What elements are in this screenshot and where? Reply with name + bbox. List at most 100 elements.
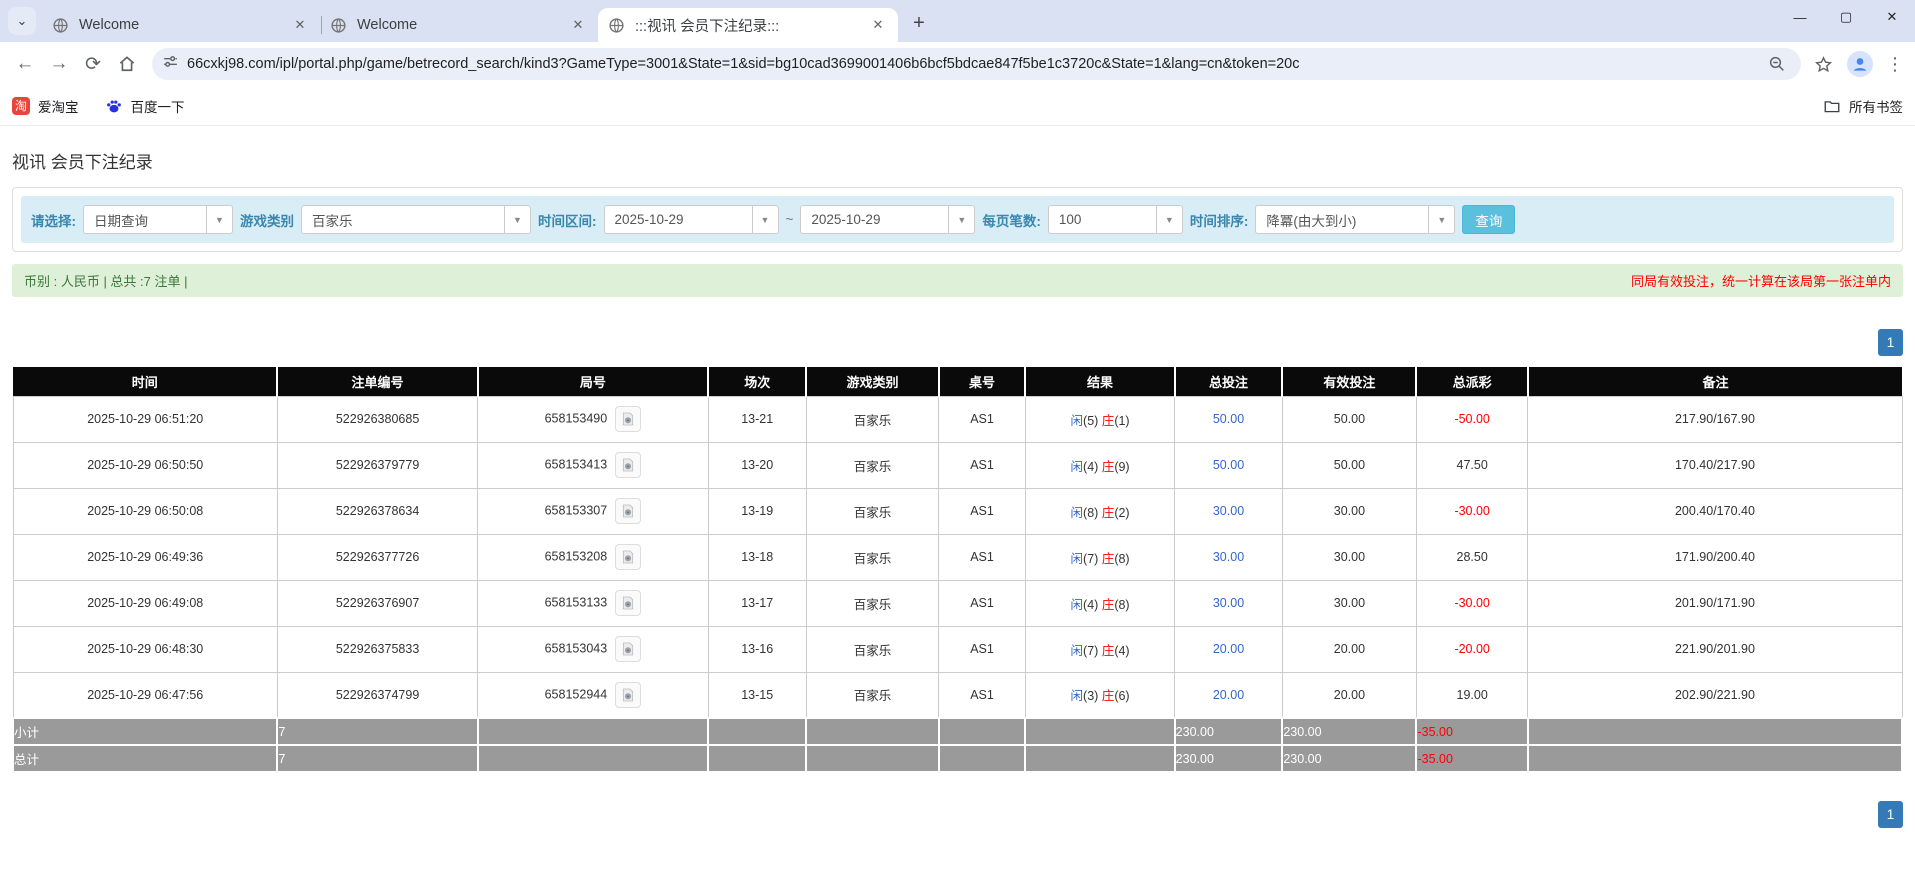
page-number-button[interactable]: 1	[1878, 801, 1903, 828]
chevron-down-icon[interactable]: ▼	[504, 206, 530, 233]
tab-bet-records-active[interactable]: :::视讯 会员下注纪录::: ✕	[598, 8, 898, 42]
cell-result: 闲(3) 庄(6)	[1024, 671, 1176, 719]
chevron-down-icon[interactable]: ▼	[206, 206, 232, 233]
subtotal-total-bet: 230.00	[1173, 717, 1284, 746]
cell-time: 2025-10-29 06:51:20	[12, 395, 278, 443]
cell-table-no: AS1	[938, 579, 1026, 627]
cell-bet-id: 522926374799	[276, 671, 479, 719]
chevron-down-icon[interactable]: ▼	[751, 206, 778, 233]
cell-bet-id: 522926377726	[276, 533, 479, 581]
forward-icon[interactable]: →	[42, 47, 76, 81]
subtotal-label: 小计	[11, 717, 279, 746]
table-row: 2025-10-29 06:47:56 522926374799 6581529…	[12, 671, 1903, 719]
video-replay-button[interactable]	[615, 406, 642, 432]
reload-icon[interactable]: ⟳	[76, 47, 110, 81]
table-header-row: 时间 注单编号 局号 场次 游戏类别 桌号 结果 总投注 有效投注 总派彩 备注	[13, 367, 1902, 396]
chevron-down-icon[interactable]: ▼	[948, 206, 975, 233]
bookmark-label: 爱淘宝	[38, 99, 79, 115]
cell-payout: 19.00	[1415, 671, 1529, 719]
cell-time: 2025-10-29 06:50:50	[12, 441, 278, 489]
column-header: 桌号	[937, 367, 1026, 396]
video-replay-button[interactable]	[615, 681, 642, 708]
page-number-button[interactable]: 1	[1878, 329, 1903, 356]
search-button[interactable]: 查询	[1462, 205, 1516, 234]
window-minimize-button[interactable]: —	[1777, 0, 1823, 34]
video-replay-button[interactable]	[615, 544, 642, 570]
cell-valid-bet: 50.00	[1281, 441, 1417, 489]
cell-bet-id: 522926375833	[276, 625, 479, 673]
cell-round-id: 658153307	[477, 487, 709, 535]
window-close-button[interactable]: ✕	[1869, 0, 1915, 34]
cell-total-bet[interactable]: 20.00	[1174, 671, 1283, 719]
site-settings-icon[interactable]	[162, 53, 179, 75]
all-bookmarks-label: 所有书签	[1849, 99, 1903, 115]
cell-table-no: AS1	[938, 395, 1026, 443]
all-bookmarks[interactable]: 所有书签	[1823, 96, 1903, 116]
column-header: 总派彩	[1415, 367, 1528, 396]
home-icon[interactable]	[110, 47, 144, 81]
cell-total-bet[interactable]: 20.00	[1174, 625, 1283, 673]
game-type-label: 游戏类别	[240, 213, 294, 229]
bookmark-taobao[interactable]: 淘 爱淘宝	[12, 96, 79, 116]
select-type-label: 请选择:	[31, 213, 76, 229]
total-total-bet: 230.00	[1173, 744, 1284, 773]
table-row: 2025-10-29 06:50:08 522926378634 6581533…	[12, 487, 1903, 535]
tab-close-icon[interactable]: ✕	[568, 15, 588, 35]
cell-total-bet[interactable]: 30.00	[1174, 579, 1283, 627]
query-type-select[interactable]: 日期查询 ▼	[83, 205, 233, 234]
filter-container: 请选择: 日期查询 ▼ 游戏类别 百家乐 ▼ 时间区间: 2025-10-29 …	[12, 187, 1903, 252]
chevron-down-icon[interactable]: ▼	[1155, 206, 1182, 233]
cell-valid-bet: 30.00	[1281, 579, 1417, 627]
video-replay-button[interactable]	[615, 636, 642, 662]
cell-time: 2025-10-29 06:50:08	[12, 487, 278, 535]
video-replay-button[interactable]	[615, 590, 642, 616]
url-text[interactable]: 66cxkj98.com/ipl/portal.php/game/betreco…	[187, 56, 1763, 72]
cell-remark: 200.40/170.40	[1527, 487, 1903, 535]
bookmark-star-icon[interactable]	[1809, 50, 1837, 78]
cell-total-bet[interactable]: 50.00	[1174, 441, 1283, 489]
date-to-select[interactable]: 2025-10-29 ▼	[800, 205, 976, 234]
back-icon[interactable]: ←	[8, 47, 42, 81]
page-size-select[interactable]: 100 ▼	[1047, 205, 1183, 234]
tab-close-icon[interactable]: ✕	[868, 15, 888, 35]
currency-summary-text: 币别 : 人民币 | 总共 :7 注单 |	[24, 274, 188, 289]
sort-order-select[interactable]: 降冪(由大到小) ▼	[1255, 205, 1456, 234]
cell-total-bet[interactable]: 50.00	[1174, 395, 1283, 443]
profile-avatar-icon[interactable]	[1847, 51, 1873, 77]
new-tab-button[interactable]: +	[904, 8, 934, 38]
cell-bet-id: 522926376907	[276, 579, 479, 627]
tab-welcome-1[interactable]: Welcome ✕	[42, 8, 322, 42]
browser-menu-icon[interactable]: ⋮	[1883, 54, 1907, 75]
cell-total-bet[interactable]: 30.00	[1174, 533, 1283, 581]
game-type-select[interactable]: 百家乐 ▼	[301, 205, 531, 234]
cell-game-type: 百家乐	[805, 395, 940, 443]
total-count: 7	[276, 744, 479, 773]
zoom-level-icon[interactable]	[1763, 50, 1791, 78]
cell-remark: 217.90/167.90	[1527, 395, 1903, 443]
address-bar[interactable]: 66cxkj98.com/ipl/portal.php/game/betreco…	[152, 48, 1801, 80]
cell-session: 13-18	[707, 533, 807, 581]
video-replay-button[interactable]	[615, 452, 642, 478]
subtotal-row: 小计 7 230.00 230.00 -35.00	[11, 717, 1904, 746]
tab-welcome-2[interactable]: Welcome ✕	[320, 8, 598, 42]
cell-time: 2025-10-29 06:49:36	[12, 533, 278, 581]
date-from-select[interactable]: 2025-10-29 ▼	[603, 205, 779, 234]
video-replay-button[interactable]	[615, 498, 642, 524]
cell-valid-bet: 30.00	[1281, 487, 1417, 535]
cell-game-type: 百家乐	[805, 671, 940, 719]
subtotal-count: 7	[276, 717, 479, 746]
window-maximize-button[interactable]: ▢	[1823, 0, 1869, 34]
tab-close-icon[interactable]: ✕	[290, 15, 310, 35]
pagination-top: 1	[12, 329, 1903, 356]
cell-result: 闲(7) 庄(8)	[1024, 533, 1176, 581]
globe-icon	[52, 17, 69, 34]
cell-remark: 201.90/171.90	[1527, 579, 1903, 627]
cell-total-bet[interactable]: 30.00	[1174, 487, 1283, 535]
cell-time: 2025-10-29 06:49:08	[12, 579, 278, 627]
cell-time: 2025-10-29 06:47:56	[12, 671, 278, 719]
tab-search-chevron-icon[interactable]: ⌄	[8, 7, 36, 35]
chevron-down-icon[interactable]: ▼	[1428, 206, 1455, 233]
grand-total-row: 总计 7 230.00 230.00 -35.00	[11, 744, 1904, 773]
column-header: 局号	[476, 367, 709, 396]
bookmark-baidu[interactable]: 百度一下	[105, 96, 185, 116]
